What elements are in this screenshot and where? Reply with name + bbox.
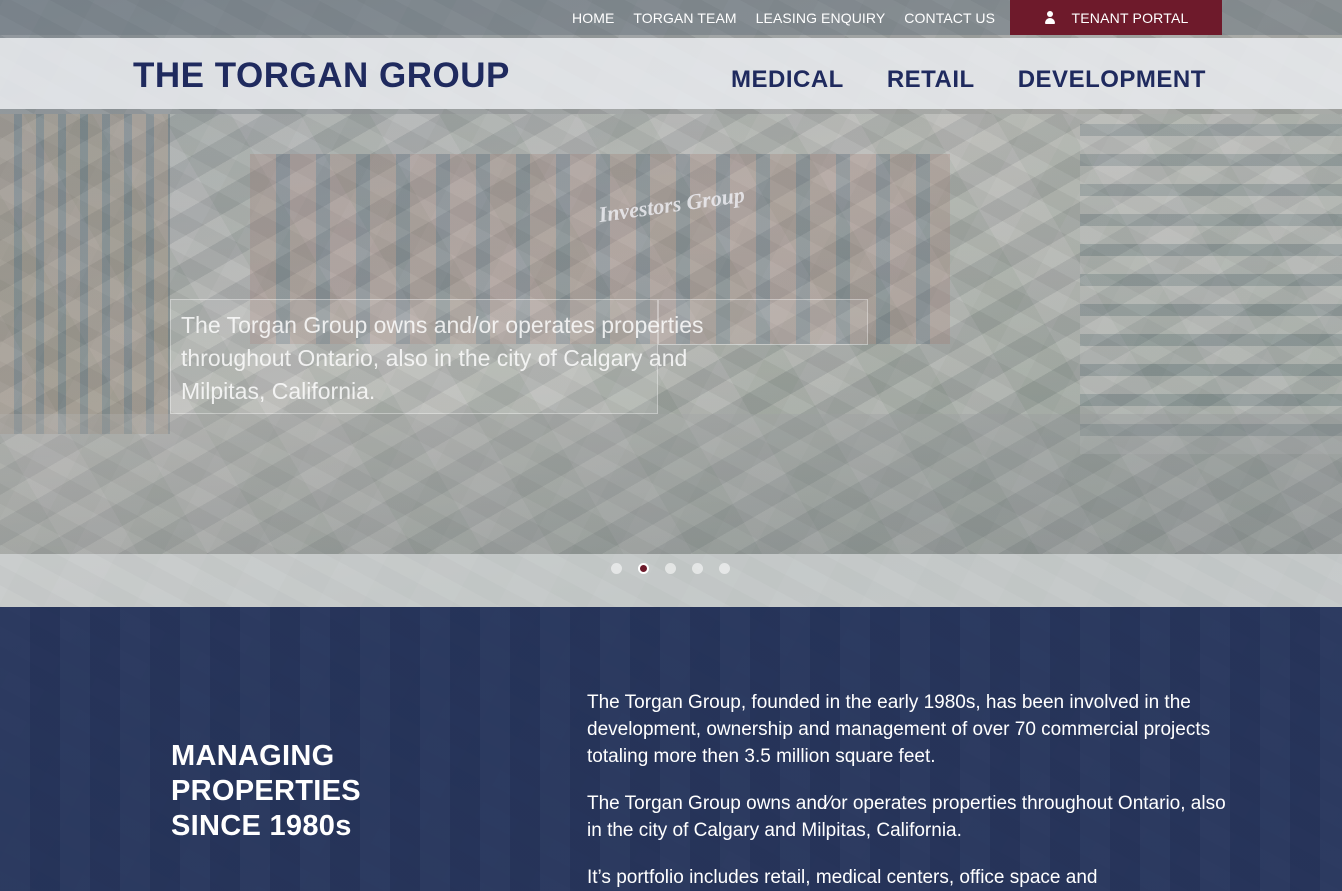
user-icon <box>1044 10 1056 25</box>
nav-leasing-enquiry-link[interactable]: LEASING ENQUIRY <box>756 10 886 26</box>
tenant-portal-label: TENANT PORTAL <box>1071 9 1189 26</box>
slider-dot-3[interactable] <box>665 563 676 574</box>
about-heading-line: PROPERTIES <box>171 775 361 807</box>
hero-street <box>0 414 1342 554</box>
slider-dot-2-active[interactable] <box>638 563 649 574</box>
slider-control-strip <box>0 554 1342 607</box>
about-section: MANAGING PROPERTIES SINCE 1980s The Torg… <box>0 607 1342 891</box>
about-heading: MANAGING PROPERTIES SINCE 1980s <box>171 739 361 844</box>
slider-dots <box>611 563 746 574</box>
slider-dot-1[interactable] <box>611 563 622 574</box>
about-text: The Torgan Group, founded in the early 1… <box>587 689 1237 891</box>
about-paragraph: The Torgan Group owns and⁄or operates pr… <box>587 793 1226 841</box>
tenant-portal-button[interactable]: TENANT PORTAL <box>1010 0 1222 35</box>
hero-slider: Investors Group The Torgan Group owns an… <box>0 114 1342 554</box>
top-nav: HOME TORGAN TEAM LEASING ENQUIRY CONTACT… <box>572 0 1014 35</box>
about-heading-line: SINCE 1980s <box>171 810 352 842</box>
site-logo[interactable]: THE TORGAN GROUP <box>133 56 510 96</box>
site-header: THE TORGAN GROUP MEDICAL RETAIL DEVELOPM… <box>0 38 1342 109</box>
nav-retail-link[interactable]: RETAIL <box>887 66 975 94</box>
main-nav: MEDICAL RETAIL DEVELOPMENT <box>731 66 1249 94</box>
slider-dot-4[interactable] <box>692 563 703 574</box>
nav-contact-us-link[interactable]: CONTACT US <box>904 10 995 26</box>
nav-medical-link[interactable]: MEDICAL <box>731 66 844 94</box>
slider-dot-5[interactable] <box>719 563 730 574</box>
about-paragraph: The Torgan Group, founded in the early 1… <box>587 692 1211 767</box>
nav-development-link[interactable]: DEVELOPMENT <box>1018 66 1206 94</box>
hero-building-right <box>1080 124 1342 454</box>
hero-building-left <box>0 114 170 434</box>
top-utility-bar: HOME TORGAN TEAM LEASING ENQUIRY CONTACT… <box>0 0 1342 35</box>
nav-torgan-team-link[interactable]: TORGAN TEAM <box>633 10 736 26</box>
about-heading-line: MANAGING <box>171 740 335 772</box>
hero-caption: The Torgan Group owns and/or operates pr… <box>181 312 704 404</box>
nav-home-link[interactable]: HOME <box>572 10 614 26</box>
about-paragraph: It’s portfolio includes retail, medical … <box>587 867 1098 888</box>
